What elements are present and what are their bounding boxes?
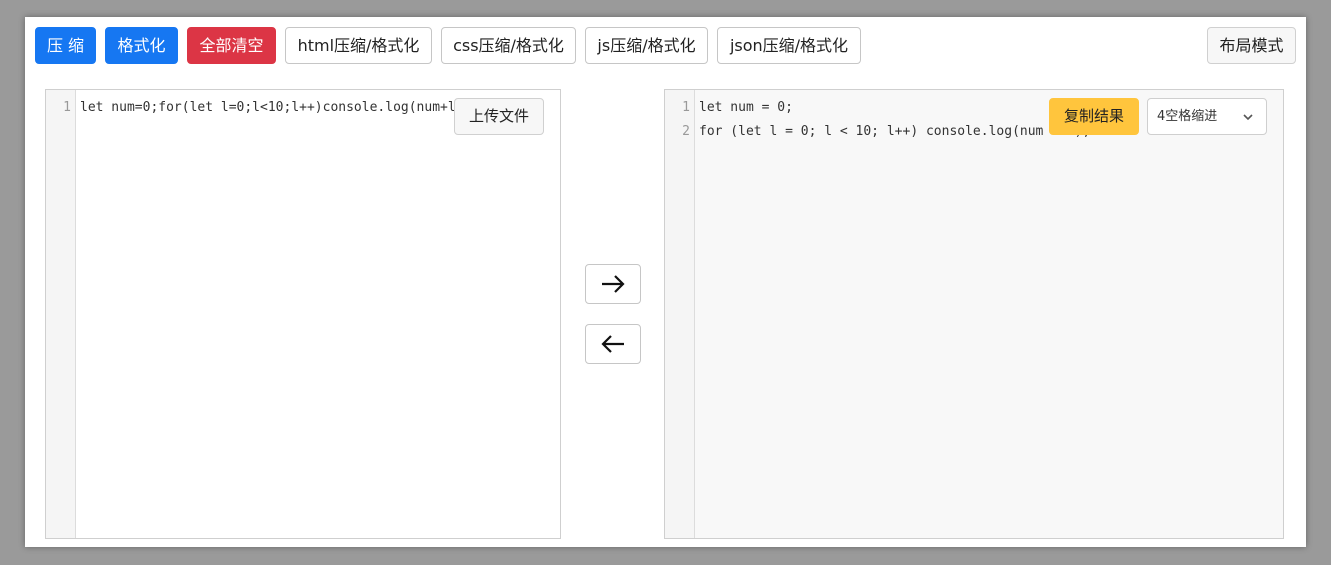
indent-select-value: 4空格缩进 <box>1157 109 1218 124</box>
arrow-left-icon <box>601 335 624 353</box>
output-editor[interactable]: 1 2 let num = 0; for (let l = 0; l < 10;… <box>664 89 1284 539</box>
arrow-right-icon <box>602 275 625 293</box>
line-number: 1 <box>63 100 71 115</box>
css-mode-button[interactable]: css压缩/格式化 <box>441 27 576 64</box>
format-button[interactable]: 格式化 <box>105 27 178 64</box>
convert-left-button[interactable] <box>585 324 641 364</box>
code-line: let num = 0; <box>699 100 793 115</box>
clear-all-button[interactable]: 全部清空 <box>187 27 276 64</box>
code-line: for (let l = 0; l < 10; l++) console.log… <box>699 124 1091 139</box>
convert-right-button[interactable] <box>585 264 641 304</box>
layout-mode-button[interactable]: 布局模式 <box>1207 27 1296 64</box>
input-editor[interactable]: 1 let num=0;for(let l=0;l<10;l++)console… <box>45 89 561 539</box>
indent-select[interactable]: 4空格缩进 <box>1147 98 1267 135</box>
json-mode-button[interactable]: json压缩/格式化 <box>717 27 861 64</box>
copy-result-button[interactable]: 复制结果 <box>1049 98 1139 135</box>
line-number: 2 <box>682 124 690 139</box>
chevron-down-icon <box>1243 114 1253 121</box>
upload-file-button[interactable]: 上传文件 <box>454 98 544 135</box>
line-gutter: 1 <box>46 90 76 538</box>
compress-button[interactable]: 压 缩 <box>35 27 96 64</box>
app-frame: 压 缩 格式化 全部清空 html压缩/格式化 css压缩/格式化 js压缩/格… <box>25 17 1306 547</box>
line-number: 1 <box>682 100 690 115</box>
code-line: let num=0;for(let l=0;l<10;l++)console.l… <box>80 100 464 115</box>
js-mode-button[interactable]: js压缩/格式化 <box>585 27 708 64</box>
line-gutter: 1 2 <box>665 90 695 538</box>
html-mode-button[interactable]: html压缩/格式化 <box>285 27 432 64</box>
